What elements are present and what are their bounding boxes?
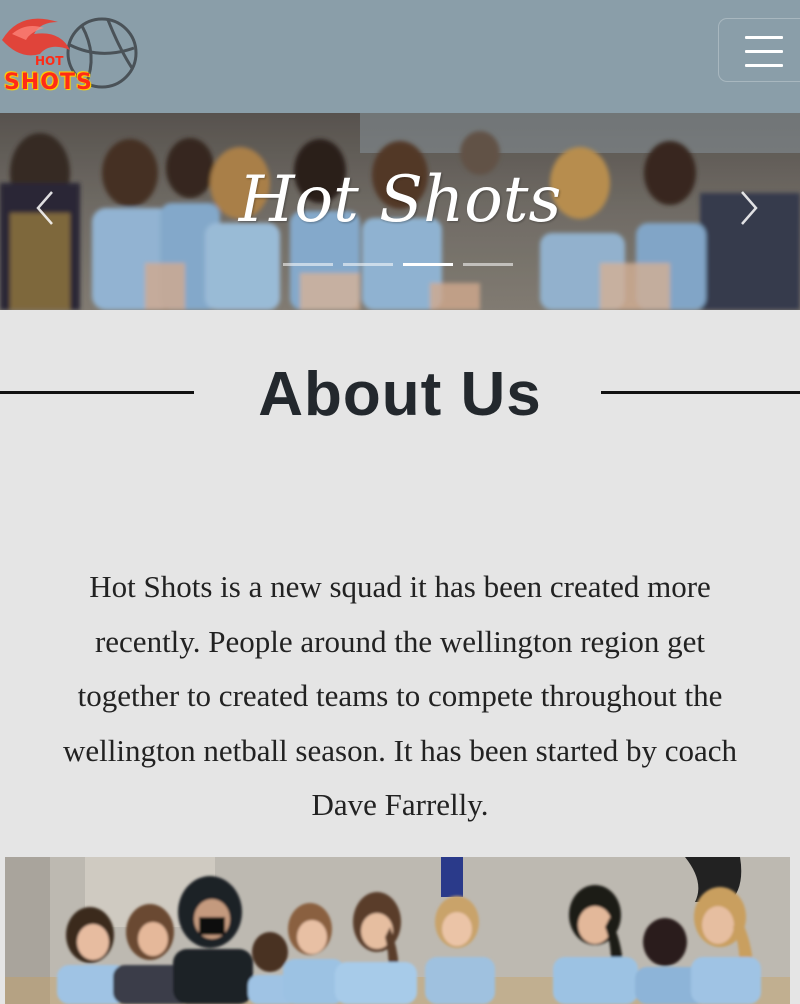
team-photo [5,857,790,1004]
menu-toggle-button[interactable] [718,18,800,82]
about-line: Hot Shots is a new squad it has been cre… [89,569,711,604]
about-line: recently. People around the wellington r… [94,623,706,659]
hero-carousel: Hot Shots [0,113,800,310]
about-line: Dave Farrelly. [311,787,489,822]
carousel-prev-button[interactable] [30,188,60,228]
about-line: together to created teams to compete thr… [77,678,723,713]
hamburger-menu-icon [745,50,783,53]
about-title: About Us [258,360,542,429]
hamburger-menu-icon [745,64,783,67]
about-heading: About Us [0,360,800,430]
chevron-left-icon [36,191,53,225]
hamburger-menu-icon [745,36,783,39]
chevron-right-icon [741,191,758,225]
brand-logo-shots: SHOTS [4,70,93,95]
about-paragraph: Hot Shots is a new squad it has been cre… [8,560,792,833]
carousel-next-button[interactable] [734,188,764,228]
carousel-indicator-4[interactable] [463,263,513,266]
carousel-title: Hot Shots [238,163,562,237]
heading-divider-right [601,391,800,394]
about-line: wellington netball season. It has been s… [62,732,738,768]
team-huddle-photo [5,857,790,1004]
carousel-indicator-2[interactable] [343,263,393,266]
carousel-indicator-1[interactable] [283,263,333,266]
brand-logo-hot: HOT [35,54,64,68]
brand-logo[interactable]: HOT SHOTS [0,10,140,95]
navbar: HOT SHOTS [0,0,800,113]
carousel-indicator-3[interactable] [403,263,453,266]
